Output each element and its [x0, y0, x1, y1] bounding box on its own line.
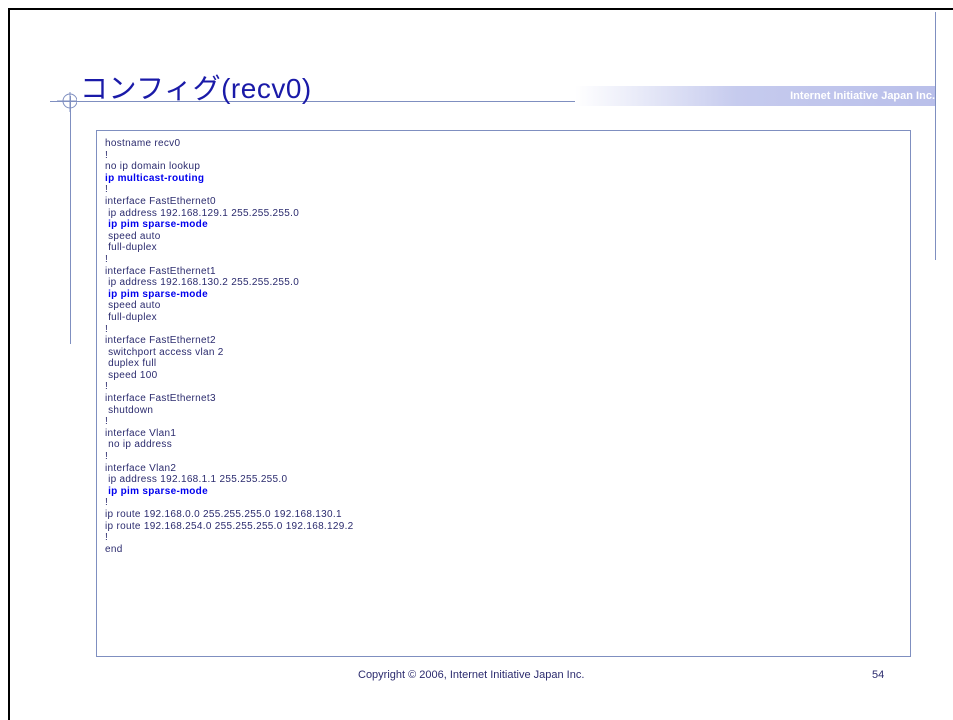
config-line: no ip domain lookup — [105, 161, 201, 173]
config-line: ! — [105, 149, 109, 161]
config-listing: hostname recv0! no ip domain lookup ip mul… — [105, 138, 354, 555]
brand-label: Internet Initiative Japan Inc. — [790, 90, 935, 102]
config-line: full-duplex — [105, 242, 157, 254]
config-line: hostname recv0 — [105, 138, 181, 149]
config-line: ip route 192.168.0.0 255.255.255.0 192.1… — [105, 509, 342, 520]
config-line: ! — [105, 451, 109, 463]
config-code-box: hostname recv0! no ip domain lookup ip mul… — [96, 130, 911, 657]
config-line: interface FastEthernet3 — [105, 393, 216, 405]
config-line: interface FastEthernet1 — [105, 265, 216, 277]
config-line: end — [105, 543, 123, 555]
config-line: ip address 192.168.130.2 255.255.255.0 — [105, 277, 300, 289]
config-line: duplex full — [105, 358, 157, 370]
config-line: ! — [105, 381, 109, 393]
config-line: speed auto — [105, 230, 161, 242]
config-line: ! — [105, 184, 109, 196]
config-line-highlighted: ip pim sparse-mode — [105, 288, 208, 300]
config-line: ! — [105, 253, 109, 265]
config-line: full-duplex — [105, 311, 157, 323]
left-accent-line — [70, 96, 71, 344]
config-line: ! — [105, 323, 109, 335]
config-line: no ip address — [105, 439, 173, 451]
config-line: ! — [105, 497, 109, 509]
config-line-highlighted: ip pim sparse-mode — [105, 219, 208, 231]
config-line: ip address 192.168.129.1 255.255.255.0 — [105, 207, 300, 219]
config-line: switchport access vlan 2 — [105, 346, 224, 358]
config-line: ! — [105, 532, 109, 544]
config-line: ip route 192.168.254.0 255.255.255.0 192… — [105, 520, 354, 532]
config-line-highlighted: ip multicast-routing — [105, 172, 205, 184]
config-line: interface Vlan1 — [105, 427, 177, 439]
config-line: speed auto — [105, 300, 161, 312]
crosshair-icon — [57, 92, 77, 112]
page-number: 54 — [872, 669, 885, 681]
config-line: speed 100 — [105, 369, 158, 381]
config-line: interface Vlan2 — [105, 462, 177, 474]
config-line-highlighted: ip pim sparse-mode — [105, 485, 208, 497]
config-line: interface FastEthernet2 — [105, 335, 216, 347]
config-line: ip address 192.168.1.1 255.255.255.0 — [105, 474, 288, 486]
config-line: ! — [105, 416, 109, 428]
config-line: interface FastEthernet0 — [105, 195, 216, 207]
copyright-text: Copyright © 2006, Internet Initiative Ja… — [358, 669, 585, 681]
page-title: コンフィグ(recv0) — [80, 73, 312, 104]
config-line: shutdown — [105, 404, 154, 416]
right-accent-line — [935, 12, 936, 260]
